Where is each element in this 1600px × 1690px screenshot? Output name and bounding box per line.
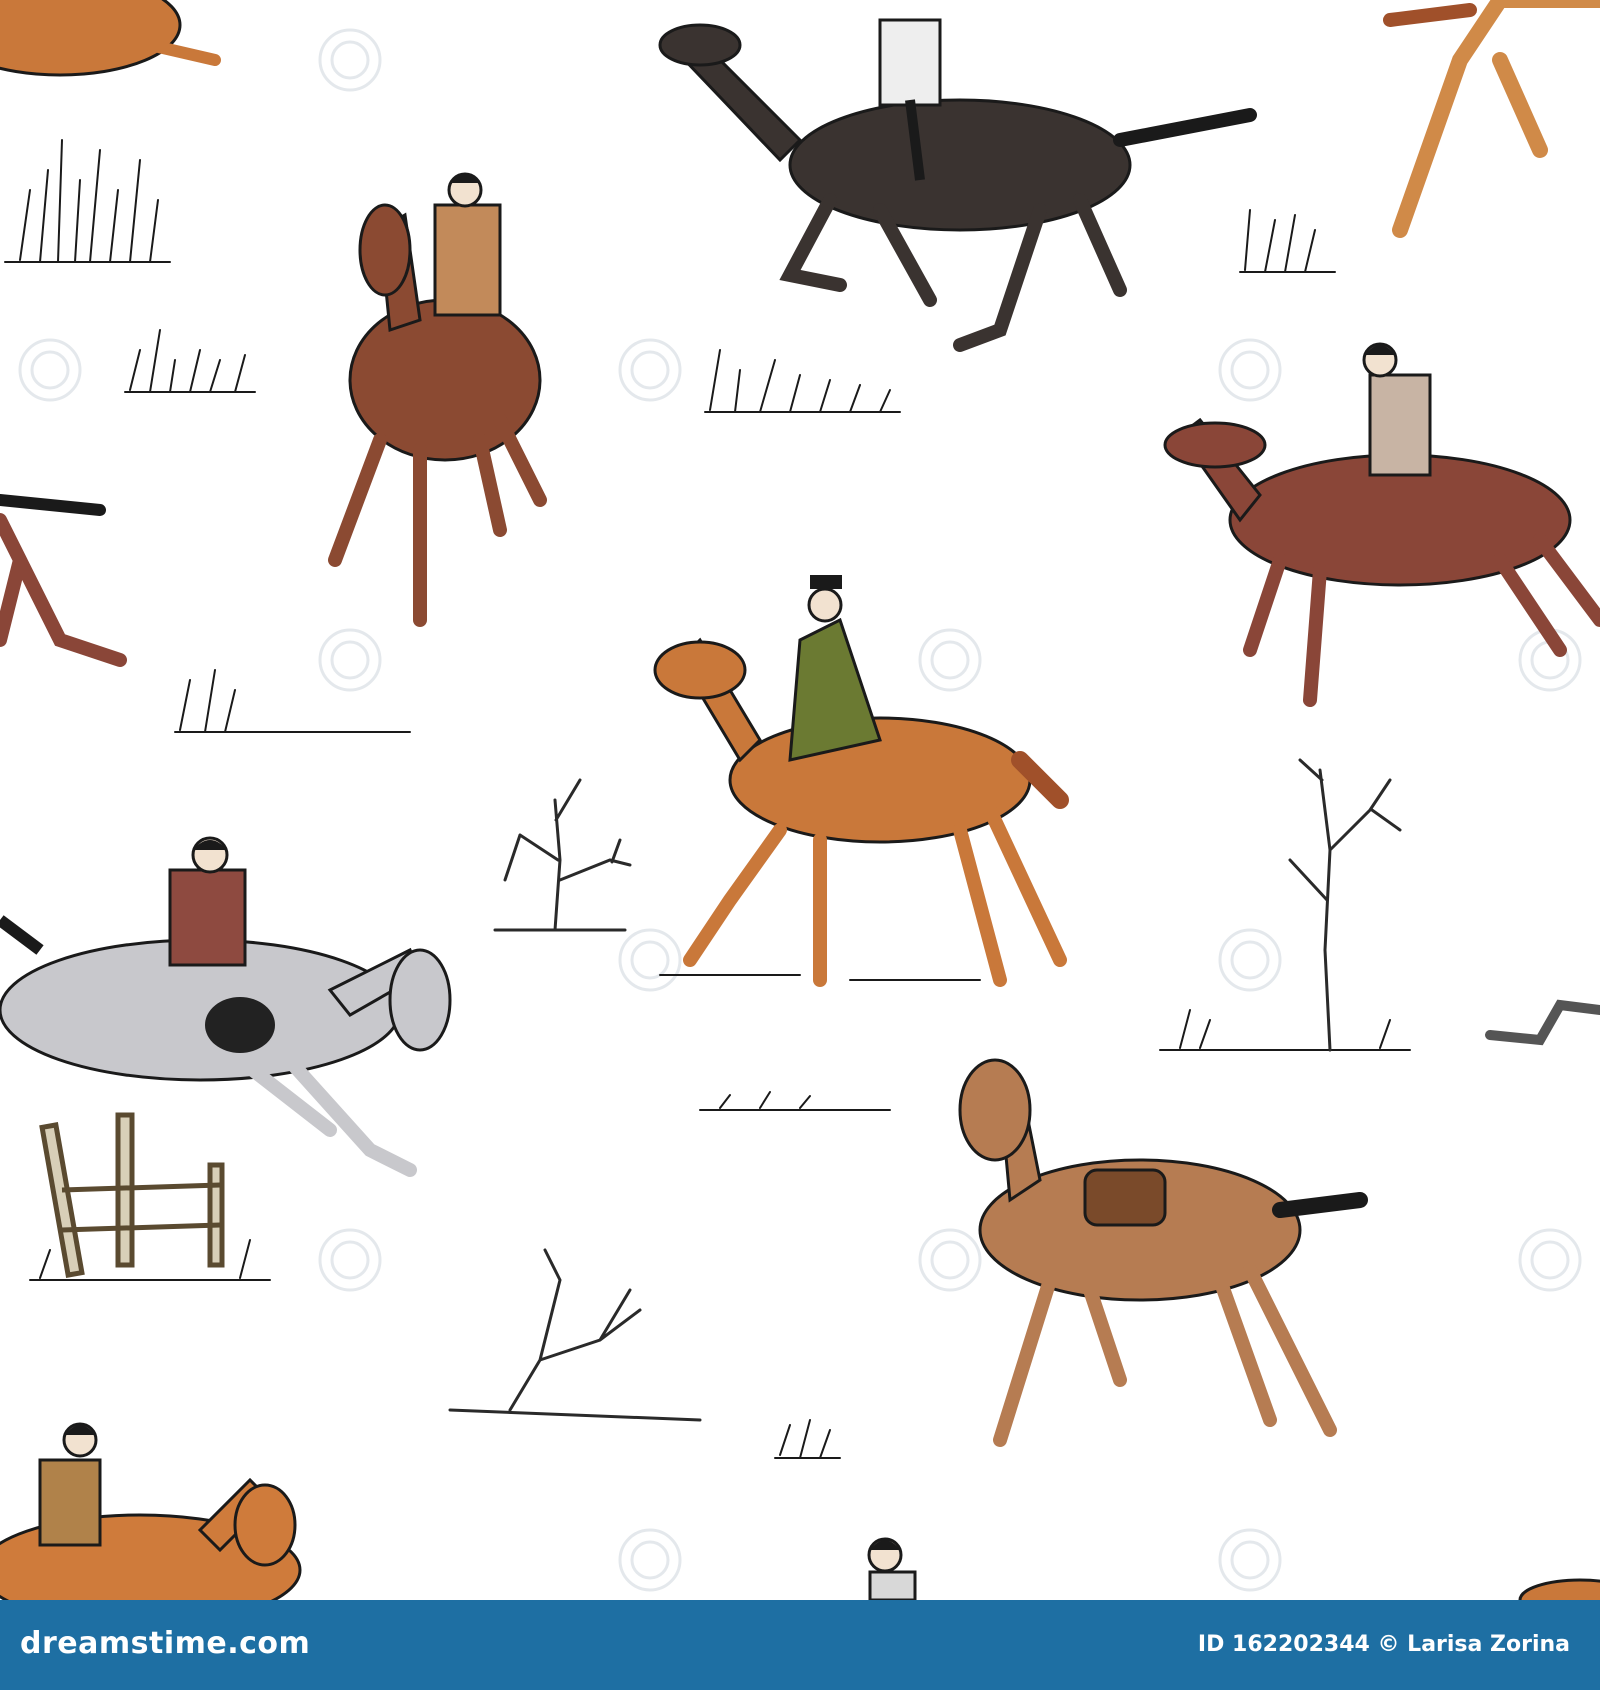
image-credit: ID 162202344 © Larisa Zorina <box>1198 1632 1570 1657</box>
copyright-symbol: © <box>1377 1632 1400 1657</box>
horse-partial-right-middle <box>1485 999 1600 1046</box>
image-id: 162202344 <box>1232 1632 1370 1657</box>
horse-chestnut-cantering <box>328 172 547 627</box>
rider-partial-bottom-center <box>867 1537 917 1600</box>
horse-tan-saddled <box>958 1058 1368 1447</box>
horse-bay-galloping-right <box>1163 342 1600 707</box>
image-id-label: ID <box>1197 1632 1225 1657</box>
horse-partial-top-left <box>0 0 221 77</box>
horse-partial-left-middle <box>0 494 127 667</box>
pattern-illustration <box>0 0 1600 1600</box>
stock-footer-bar: dreamstime.com ID 162202344 © Larisa Zor… <box>0 1600 1600 1690</box>
horse-partial-bottom-right <box>1518 1578 1600 1600</box>
toile-pattern-artwork <box>0 0 1600 1600</box>
horse-sorrel-sidesaddle <box>653 575 1069 987</box>
horse-partial-top-right <box>1383 0 1600 238</box>
brand-logo-text: dreamstime.com <box>20 1626 311 1661</box>
horse-grey-jumping <box>0 836 452 1177</box>
wooden-fence <box>39 1112 225 1278</box>
horse-dark-galloping <box>658 18 1257 352</box>
author-name: Larisa Zorina <box>1407 1632 1570 1657</box>
bare-trees <box>448 758 1402 1422</box>
horse-chestnut-bottom-left <box>0 1422 302 1600</box>
